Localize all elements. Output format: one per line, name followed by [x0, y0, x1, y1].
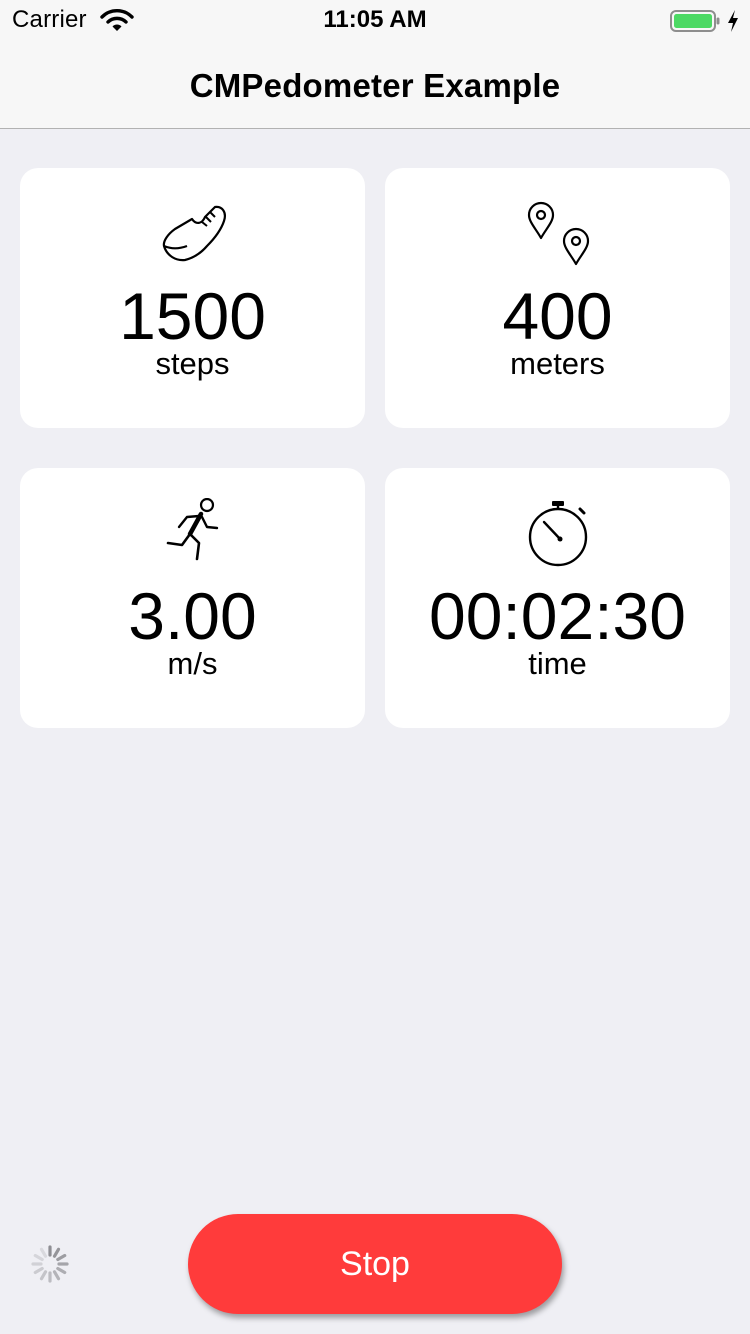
charging-bolt-icon: [728, 10, 738, 32]
status-bar: Carrier 11:05 AM: [0, 0, 750, 40]
distance-unit: meters: [510, 346, 605, 381]
sneaker-icon: [162, 205, 226, 262]
battery-charging-icon: [670, 10, 720, 32]
steps-value: 1500: [119, 279, 266, 353]
status-time: 11:05 AM: [323, 6, 427, 33]
stopwatch-icon: [528, 501, 587, 567]
time-card: 00:02:30 time: [385, 468, 730, 728]
time-unit: time: [528, 646, 587, 681]
steps-card: 1500 steps: [20, 168, 365, 428]
distance-value: 400: [502, 279, 613, 353]
runner-icon: [166, 498, 218, 561]
map-pins-icon: [527, 201, 589, 266]
distance-card: 400 meters: [385, 168, 730, 428]
pace-card: 3.00 m/s: [20, 468, 365, 728]
time-value: 00:02:30: [429, 579, 686, 653]
page-title: CMPedometer Example: [189, 67, 561, 104]
spinner-icon: [31, 1245, 69, 1283]
pace-unit: m/s: [167, 646, 218, 681]
pace-value: 3.00: [128, 579, 257, 653]
steps-unit: steps: [155, 346, 230, 381]
navigation-bar: CMPedometer Example: [0, 40, 750, 129]
stop-button[interactable]: Stop: [188, 1214, 562, 1314]
